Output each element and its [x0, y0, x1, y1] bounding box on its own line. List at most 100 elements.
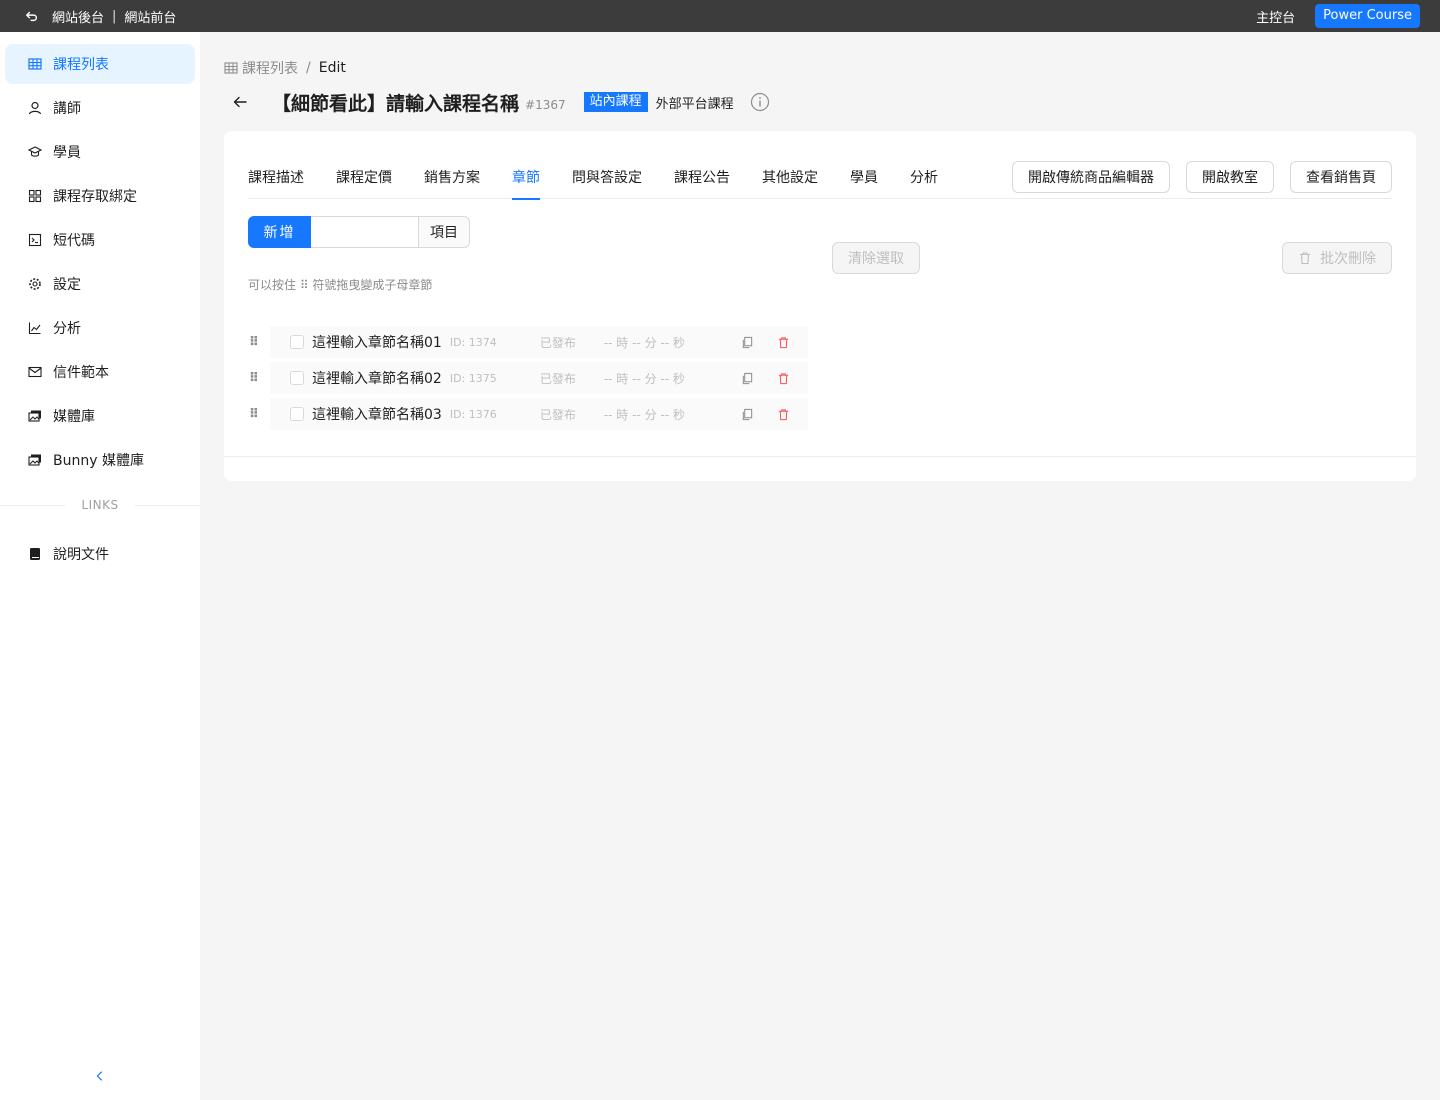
code-square-icon: [27, 232, 43, 248]
chapter-list: ⠿ 這裡輸入章節名稱01 ID: 1374 已發布 -- 時 -- 分 -- 秒…: [246, 324, 808, 432]
chapter-count-input[interactable]: [311, 216, 419, 248]
bulk-delete-label: 批次刪除: [1320, 251, 1376, 267]
gear-icon: [27, 276, 43, 292]
list-item: ⠿ 這裡輸入章節名稱03 ID: 1376 已發布 -- 時 -- 分 -- 秒: [246, 396, 808, 432]
copy-icon[interactable]: [740, 406, 756, 422]
divider-line: [0, 504, 66, 506]
divider-line: [134, 504, 200, 506]
sidebar-item-teachers[interactable]: 講師: [5, 88, 195, 128]
chapter-checkbox[interactable]: [290, 407, 304, 421]
tab-announcements[interactable]: 課程公告: [674, 161, 730, 199]
chapter-checkbox[interactable]: [290, 371, 304, 385]
sidebar-item-shortcodes[interactable]: 短代碼: [5, 220, 195, 260]
chapter-status: 已發布: [539, 407, 576, 422]
info-icon[interactable]: [750, 92, 770, 112]
breadcrumb-current: Edit: [318, 60, 346, 76]
chapter-duration: -- 時 -- 分 -- 秒: [603, 335, 685, 350]
drag-hint: 可以按住 ⠿ 符號拖曳變成子母章節: [248, 278, 433, 292]
sidebar-links: 說明文件: [0, 534, 200, 578]
user-icon: [27, 100, 43, 116]
mail-icon: [27, 364, 43, 380]
clear-selection-button[interactable]: 清除選取: [832, 242, 920, 274]
add-chapter-bar: 新增 項目: [248, 216, 470, 248]
sidebar-item-label: 學員: [53, 145, 81, 161]
chapter-count-suffix: 項目: [419, 216, 470, 248]
apps-icon: [27, 188, 43, 204]
sidebar-item-bunny-media[interactable]: Bunny 媒體庫: [5, 440, 195, 480]
drag-handle-icon[interactable]: ⠿: [246, 370, 262, 386]
topbar-left: 網站後台 | 網站前台: [0, 0, 176, 32]
add-chapter-button[interactable]: 新增: [248, 216, 311, 248]
delete-icon[interactable]: [776, 334, 792, 350]
backend-link[interactable]: 網站後台: [52, 7, 104, 26]
tab-pricing[interactable]: 課程定價: [336, 161, 392, 199]
sidebar-item-media-library[interactable]: 媒體庫: [5, 396, 195, 436]
sidebar-item-email-templates[interactable]: 信件範本: [5, 352, 195, 392]
tab-chapters[interactable]: 章節: [512, 161, 540, 200]
chapter-duration: -- 時 -- 分 -- 秒: [603, 407, 685, 422]
sidebar-item-label: 媒體庫: [53, 409, 95, 425]
back-arrow-icon[interactable]: [224, 90, 256, 114]
page-header: 【細節看此】請輸入課程名稱 #1367 站內課程 外部平台課程: [224, 86, 770, 118]
sidebar-item-label: 課程存取綁定: [53, 189, 137, 205]
tab-students[interactable]: 學員: [850, 161, 878, 199]
images-icon: [27, 452, 43, 468]
classic-editor-button[interactable]: 開啟傳統商品編輯器: [1012, 161, 1170, 193]
chapter-title[interactable]: 這裡輸入章節名稱02: [312, 368, 442, 388]
images-icon: [27, 408, 43, 424]
sidebar-item-label: 分析: [53, 321, 81, 337]
delete-icon[interactable]: [776, 406, 792, 422]
tab-analytics[interactable]: 分析: [910, 161, 938, 199]
external-course-option[interactable]: 外部平台課程: [656, 93, 734, 112]
drag-handle-icon[interactable]: ⠿: [246, 334, 262, 350]
drag-handle-icon[interactable]: ⠿: [246, 406, 262, 422]
chapter-checkbox[interactable]: [290, 335, 304, 349]
chapter-status: 已發布: [539, 335, 576, 350]
chapter-title[interactable]: 這裡輸入章節名稱03: [312, 404, 442, 424]
sidebar-item-label: 短代碼: [53, 233, 95, 249]
frontend-link[interactable]: 網站前台: [124, 7, 176, 26]
admin-top-bar: 網站後台 | 網站前台 主控台 Power Course: [0, 0, 1440, 32]
breadcrumb: 課程列表 / Edit: [224, 58, 346, 78]
links-divider: LINKS: [0, 498, 200, 512]
page-title: 【細節看此】請輸入課程名稱: [272, 92, 520, 115]
sidebar-nav: 課程列表 講師 學員 課程存取綁定 短代碼 設定 分析 信件範本 媒體庫 Bun…: [0, 32, 200, 480]
tab-sales-plans[interactable]: 銷售方案: [424, 161, 480, 199]
collapse-sidebar-icon[interactable]: [90, 1066, 110, 1086]
copy-icon[interactable]: [740, 334, 756, 350]
copy-icon[interactable]: [740, 370, 756, 386]
chapter-id: ID: 1375: [449, 371, 497, 385]
tab-other-settings[interactable]: 其他設定: [762, 161, 818, 199]
sidebar: 課程列表 講師 學員 課程存取綁定 短代碼 設定 分析 信件範本 媒體庫 Bun…: [0, 32, 200, 1100]
sidebar-item-access-binding[interactable]: 課程存取綁定: [5, 176, 195, 216]
sidebar-item-label: 說明文件: [53, 547, 109, 563]
topbar-separator: |: [112, 8, 117, 24]
sidebar-item-courses[interactable]: 課程列表: [5, 44, 195, 84]
power-course-button[interactable]: Power Course: [1315, 4, 1420, 28]
sidebar-item-settings[interactable]: 設定: [5, 264, 195, 304]
sidebar-item-label: 信件範本: [53, 365, 109, 381]
return-icon[interactable]: [24, 8, 40, 24]
sidebar-item-analytics[interactable]: 分析: [5, 308, 195, 348]
chapter-title[interactable]: 這裡輸入章節名稱01: [312, 332, 442, 352]
chapter-row-body[interactable]: 這裡輸入章節名稱03 ID: 1376 已發布 -- 時 -- 分 -- 秒: [270, 398, 808, 430]
view-sales-page-button[interactable]: 查看銷售頁: [1290, 161, 1392, 193]
tab-description[interactable]: 課程描述: [248, 161, 304, 199]
tab-qa-settings[interactable]: 問與答設定: [572, 161, 642, 199]
sidebar-item-docs[interactable]: 說明文件: [5, 534, 195, 574]
chapter-status: 已發布: [539, 371, 576, 386]
chapter-row-body[interactable]: 這裡輸入章節名稱01 ID: 1374 已發布 -- 時 -- 分 -- 秒: [270, 326, 808, 358]
bulk-delete-button[interactable]: 批次刪除: [1282, 242, 1392, 274]
chapter-row-body[interactable]: 這裡輸入章節名稱02 ID: 1375 已發布 -- 時 -- 分 -- 秒: [270, 362, 808, 394]
internal-course-badge[interactable]: 站內課程: [583, 92, 648, 112]
chapter-id: ID: 1374: [449, 335, 497, 349]
open-classroom-button[interactable]: 開啟教室: [1186, 161, 1274, 193]
delete-icon[interactable]: [776, 370, 792, 386]
breadcrumb-parent[interactable]: 課程列表: [242, 58, 298, 78]
list-item: ⠿ 這裡輸入章節名稱02 ID: 1375 已發布 -- 時 -- 分 -- 秒: [246, 360, 808, 396]
table-icon: [27, 56, 43, 72]
sidebar-item-students[interactable]: 學員: [5, 132, 195, 172]
dashboard-link[interactable]: 主控台: [1256, 7, 1295, 26]
sidebar-item-label: 講師: [53, 101, 81, 117]
chapter-duration: -- 時 -- 分 -- 秒: [603, 371, 685, 386]
